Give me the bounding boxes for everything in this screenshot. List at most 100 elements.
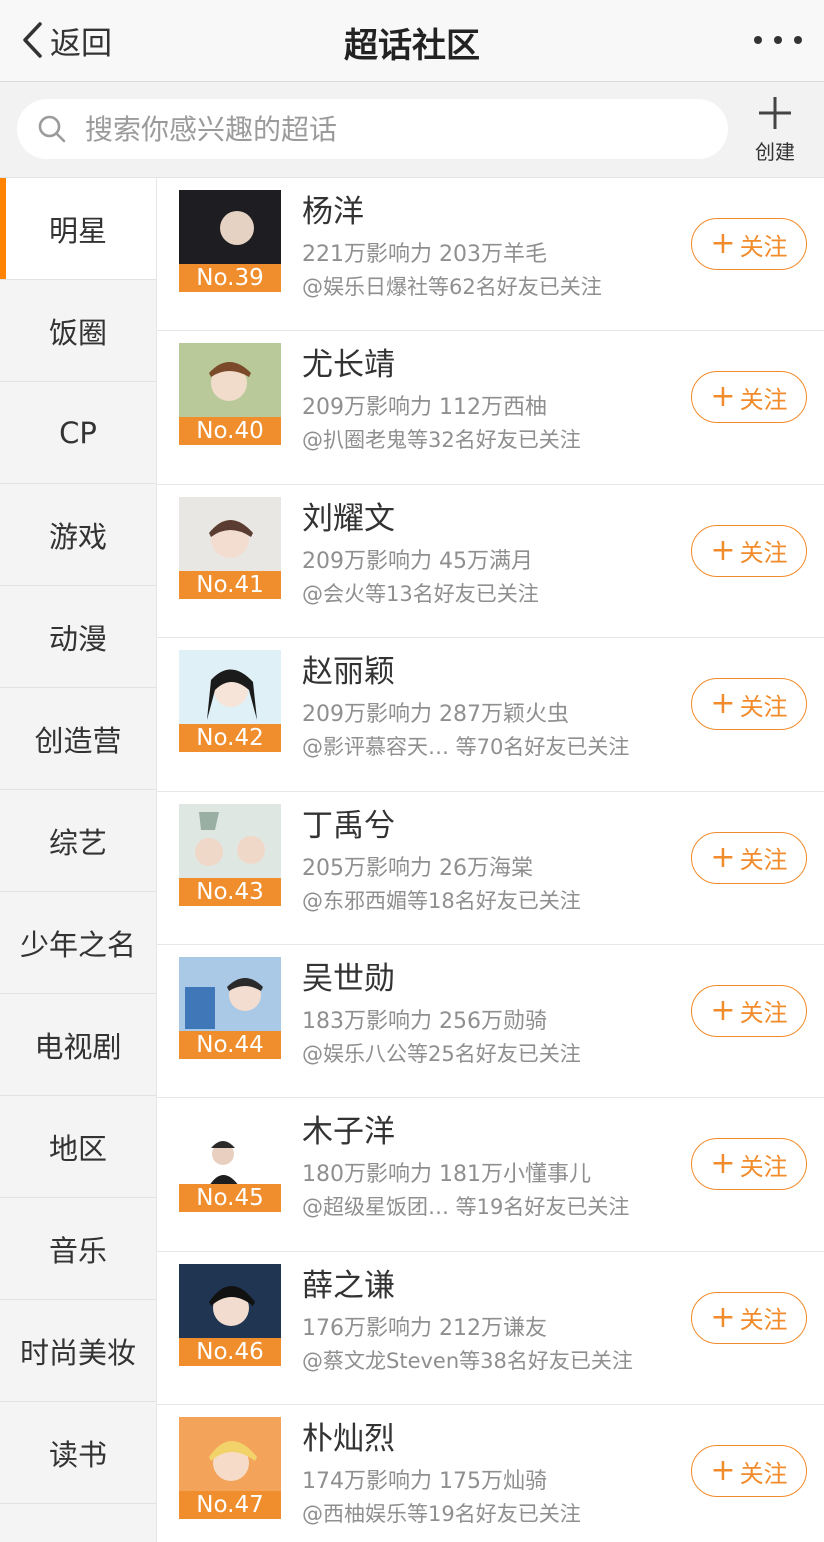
topic-stats: 174万影响力 175万灿骑 bbox=[302, 1469, 547, 1495]
page-title: 超话社区 bbox=[344, 26, 480, 66]
list-item[interactable]: No.46 薛之谦 176万影响力 212万谦友 @蔡文龙Steven等38名好… bbox=[157, 1251, 824, 1406]
list-item[interactable]: No.45 木子洋 180万影响力 181万小懂事儿 @超级星饭团… 等19名好… bbox=[157, 1098, 824, 1252]
follow-button[interactable]: + 关注 bbox=[691, 371, 807, 424]
rank-badge: No.43 bbox=[179, 877, 281, 906]
more-dots-icon bbox=[774, 36, 782, 44]
follow-button[interactable]: + 关注 bbox=[691, 984, 807, 1037]
follow-button[interactable]: + 关注 bbox=[691, 678, 807, 731]
topic-stats: 205万影响力 26万海棠 bbox=[302, 855, 533, 881]
plus-icon: + bbox=[710, 1299, 736, 1335]
topic-stats: 183万影响力 256万勋骑 bbox=[302, 1008, 547, 1034]
topic-name: 丁禹兮 bbox=[302, 807, 395, 844]
topic-stats: 176万影响力 212万谦友 bbox=[302, 1315, 547, 1341]
rank-badge: No.47 bbox=[179, 1491, 281, 1520]
avatar: No.47 bbox=[179, 1417, 281, 1520]
follow-label: 关注 bbox=[739, 999, 788, 1028]
sidebar-item-variety[interactable]: 综艺 bbox=[0, 790, 156, 892]
sidebar-item-stars[interactable]: 明星 bbox=[0, 178, 156, 280]
follow-button[interactable]: + 关注 bbox=[691, 218, 807, 270]
topic-stats: 209万影响力 287万颖火虫 bbox=[302, 702, 569, 728]
avatar: No.44 bbox=[179, 956, 281, 1059]
friends-following: @蔡文龙Steven等38名好友已关注 bbox=[302, 1348, 633, 1373]
sidebar-item-cp[interactable]: CP bbox=[0, 382, 156, 484]
list-item[interactable]: No.39 杨洋 221万影响力 203万羊毛 @娱乐日爆社等62名好友已关注 … bbox=[157, 178, 824, 332]
topic-name: 薛之谦 bbox=[302, 1267, 395, 1304]
category-sidebar: 明星 饭圈 CP 游戏 动漫 创造营 综艺 少年之名 电视剧 地区 音乐 时尚美… bbox=[0, 178, 157, 1542]
more-dots-icon bbox=[754, 36, 762, 44]
list-item[interactable]: No.41 刘耀文 209万影响力 45万满月 @会火等13名好友已关注 + 关注 bbox=[157, 484, 824, 639]
avatar: No.46 bbox=[179, 1263, 281, 1366]
rank-badge: No.44 bbox=[179, 1030, 281, 1059]
follow-button[interactable]: + 关注 bbox=[691, 831, 807, 884]
search-icon bbox=[38, 115, 66, 143]
follow-label: 关注 bbox=[739, 1459, 788, 1488]
sidebar-item-youth[interactable]: 少年之名 bbox=[0, 892, 156, 994]
follow-button[interactable]: + 关注 bbox=[691, 1445, 807, 1498]
topic-stats: 221万影响力 203万羊毛 bbox=[302, 242, 547, 267]
more-button[interactable] bbox=[754, 24, 802, 56]
follow-label: 关注 bbox=[739, 539, 788, 568]
sidebar-item-reading[interactable]: 读书 bbox=[0, 1402, 156, 1504]
avatar: No.41 bbox=[179, 496, 281, 599]
create-label: 创建 bbox=[755, 140, 795, 164]
follow-button[interactable]: + 关注 bbox=[691, 1138, 807, 1191]
friends-following: @扒圈老鬼等32名好友已关注 bbox=[302, 428, 581, 453]
sidebar-item-fan-circle[interactable]: 饭圈 bbox=[0, 280, 156, 382]
list-item[interactable]: No.44 吴世勋 183万影响力 256万勋骑 @娱乐八公等25名好友已关注 … bbox=[157, 944, 824, 1099]
topic-name: 朴灿烈 bbox=[302, 1421, 395, 1458]
list-item[interactable]: No.42 赵丽颖 209万影响力 287万颖火虫 @影评慕容天… 等70名好友… bbox=[157, 638, 824, 792]
avatar: No.45 bbox=[179, 1110, 281, 1213]
topic-name: 赵丽颖 bbox=[302, 654, 395, 691]
plus-icon: + bbox=[710, 532, 736, 568]
rank-badge: No.41 bbox=[179, 570, 281, 599]
rank-badge: No.46 bbox=[179, 1337, 281, 1366]
sidebar-item-games[interactable]: 游戏 bbox=[0, 484, 156, 586]
topic-stats: 209万影响力 112万西柚 bbox=[302, 395, 547, 421]
follow-label: 关注 bbox=[739, 385, 788, 414]
topic-stats: 209万影响力 45万满月 bbox=[302, 548, 533, 574]
avatar: No.39 bbox=[179, 190, 281, 292]
friends-following: @西柚娱乐等19名好友已关注 bbox=[302, 1502, 581, 1527]
follow-label: 关注 bbox=[739, 1306, 788, 1335]
follow-label: 关注 bbox=[739, 846, 788, 875]
list-item[interactable]: No.47 朴灿烈 174万影响力 175万灿骑 @西柚娱乐等19名好友已关注 … bbox=[157, 1405, 824, 1542]
search-box[interactable] bbox=[17, 99, 728, 159]
rank-badge: No.45 bbox=[179, 1184, 281, 1213]
plus-icon: + bbox=[710, 686, 736, 722]
avatar: No.40 bbox=[179, 343, 281, 446]
sidebar-item-fashion-beauty[interactable]: 时尚美妆 bbox=[0, 1300, 156, 1402]
friends-following: @超级星饭团… 等19名好友已关注 bbox=[302, 1195, 630, 1220]
follow-label: 关注 bbox=[739, 692, 788, 721]
plus-icon: + bbox=[710, 226, 736, 261]
plus-icon: + bbox=[710, 379, 736, 415]
friends-following: @娱乐八公等25名好友已关注 bbox=[302, 1041, 581, 1066]
follow-label: 关注 bbox=[739, 1152, 788, 1181]
plus-icon: + bbox=[710, 839, 736, 875]
rank-badge: No.42 bbox=[179, 724, 281, 753]
follow-button[interactable]: + 关注 bbox=[691, 524, 807, 577]
nav-bar: 返回 超话社区 bbox=[0, 0, 824, 82]
friends-following: @影评慕容天… 等70名好友已关注 bbox=[302, 735, 630, 760]
plus-icon: + bbox=[710, 992, 736, 1028]
avatar: No.42 bbox=[179, 650, 281, 753]
plus-icon: + bbox=[710, 1146, 736, 1182]
sidebar-item-produce-camp[interactable]: 创造营 bbox=[0, 688, 156, 790]
sidebar-item-tv-drama[interactable]: 电视剧 bbox=[0, 994, 156, 1096]
avatar: No.43 bbox=[179, 803, 281, 906]
sidebar-item-anime[interactable]: 动漫 bbox=[0, 586, 156, 688]
sidebar-item-region[interactable]: 地区 bbox=[0, 1096, 156, 1198]
list-item[interactable]: No.40 尤长靖 209万影响力 112万西柚 @扒圈老鬼等32名好友已关注 … bbox=[157, 331, 824, 485]
search-input[interactable] bbox=[85, 112, 685, 146]
follow-button[interactable]: + 关注 bbox=[691, 1291, 807, 1344]
list-item[interactable]: No.43 丁禹兮 205万影响力 26万海棠 @东邪西媚等18名好友已关注 +… bbox=[157, 791, 824, 945]
plus-icon bbox=[759, 97, 791, 129]
sidebar-item-music[interactable]: 音乐 bbox=[0, 1198, 156, 1300]
topic-name: 吴世勋 bbox=[302, 960, 395, 997]
topic-name: 杨洋 bbox=[302, 194, 364, 230]
create-button[interactable]: 创建 bbox=[746, 94, 804, 166]
topic-name: 尤长靖 bbox=[302, 347, 395, 384]
friends-following: @东邪西媚等18名好友已关注 bbox=[302, 888, 581, 913]
friends-following: @会火等13名好友已关注 bbox=[302, 581, 539, 606]
topic-name: 木子洋 bbox=[302, 1114, 395, 1151]
search-bar: 创建 bbox=[0, 82, 824, 178]
